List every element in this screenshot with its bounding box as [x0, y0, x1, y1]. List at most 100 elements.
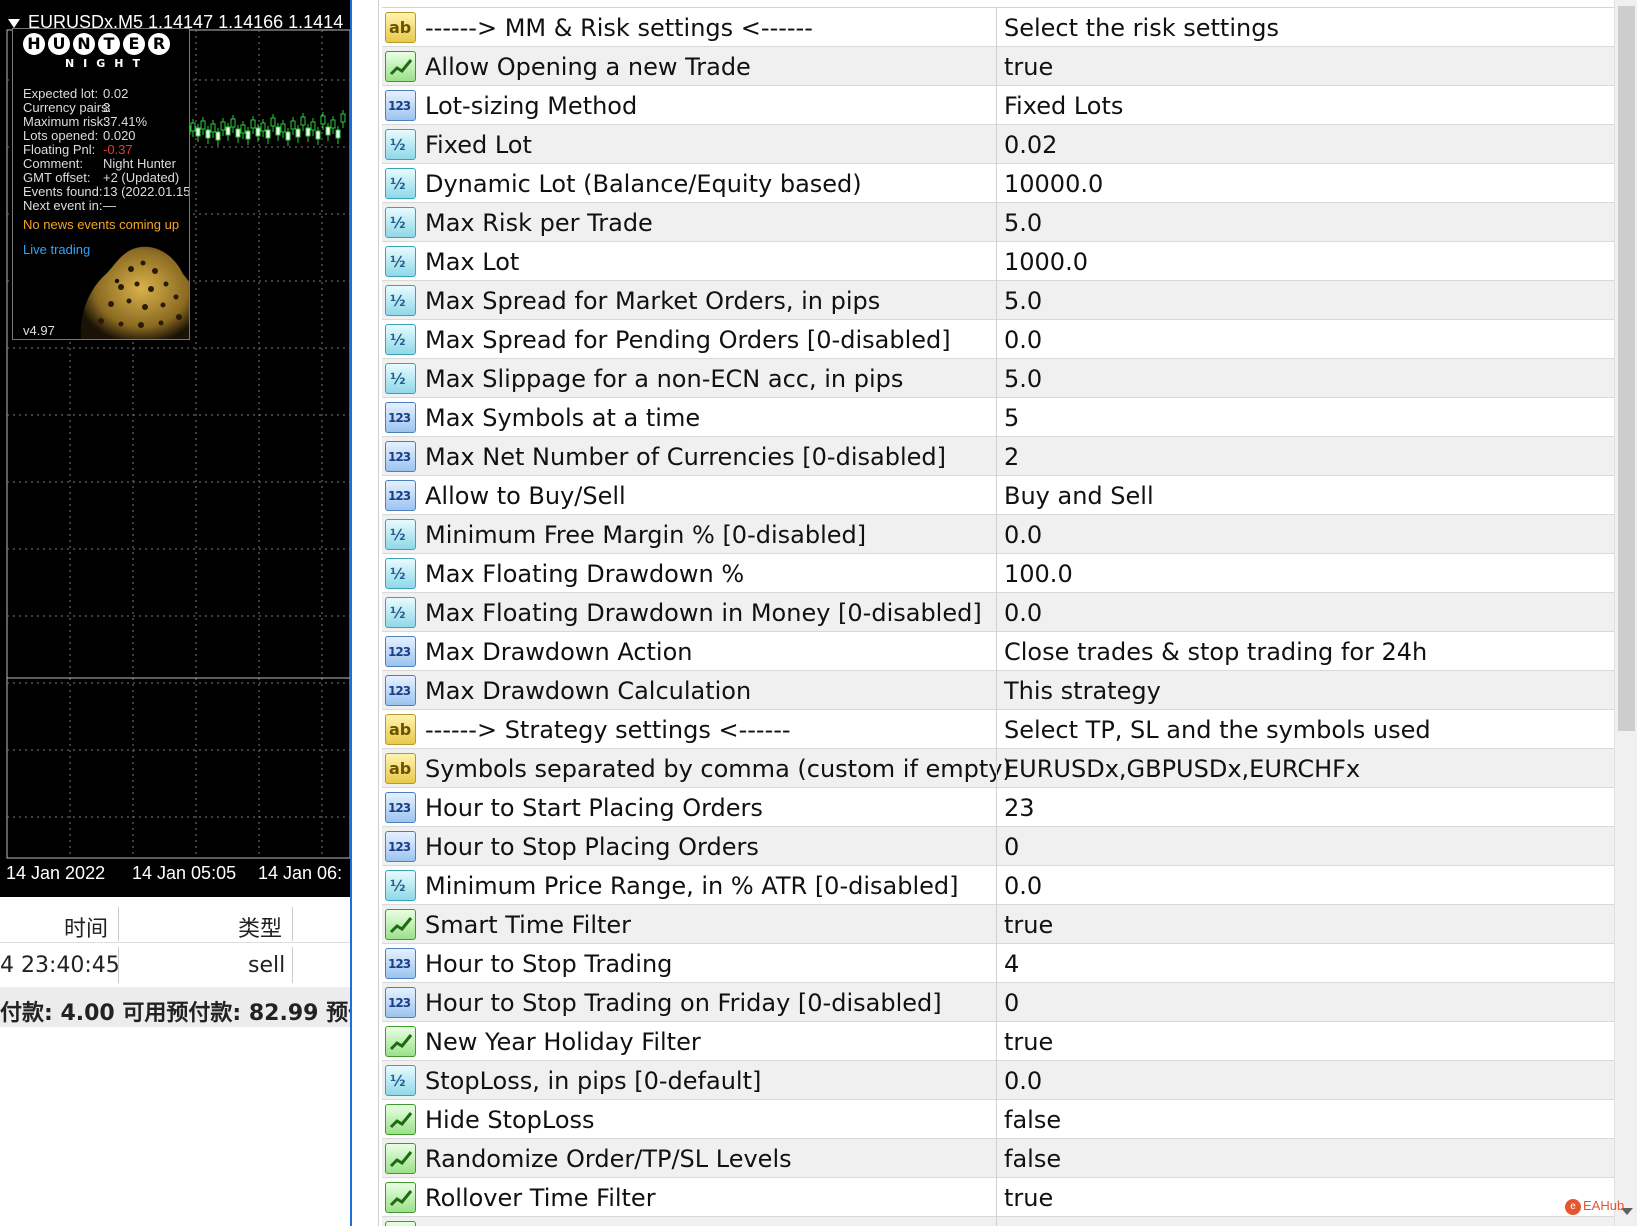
property-row[interactable]: [382, 1217, 1614, 1226]
integer-type-icon: 123: [385, 831, 416, 862]
ea-info-value: 0.020: [103, 128, 136, 143]
property-row[interactable]: ½ Max Lot 1000.0: [382, 242, 1614, 281]
property-value[interactable]: 5.0: [1004, 288, 1042, 314]
ea-info-value: 37.41%: [103, 114, 148, 129]
property-value[interactable]: Select the risk settings: [1004, 15, 1279, 41]
double-type-icon: ½: [385, 324, 416, 355]
property-name: New Year Holiday Filter: [425, 1028, 701, 1056]
property-name: Lot-sizing Method: [425, 92, 638, 120]
property-value[interactable]: 5.0: [1004, 210, 1042, 236]
property-value[interactable]: 0.02: [1004, 132, 1057, 158]
property-value[interactable]: 1000.0: [1004, 249, 1088, 275]
property-row[interactable]: Rollover Time Filter true: [382, 1178, 1614, 1217]
property-value[interactable]: 23: [1004, 795, 1035, 821]
property-row[interactable]: New Year Holiday Filter true: [382, 1022, 1614, 1061]
property-value[interactable]: 10000.0: [1004, 171, 1103, 197]
double-type-icon: ½: [385, 558, 416, 589]
property-name: Hour to Stop Trading on Friday [0-disabl…: [425, 989, 942, 1017]
property-row[interactable]: Hide StopLoss false: [382, 1100, 1614, 1139]
property-row[interactable]: Randomize Order/TP/SL Levels false: [382, 1139, 1614, 1178]
property-value[interactable]: 0.0: [1004, 327, 1042, 353]
ea-info-value: 13 (2022.01.15): [103, 184, 190, 199]
boolean-type-icon: [385, 1143, 416, 1174]
property-row[interactable]: ab ------> MM & Risk settings <------ Sele…: [382, 8, 1614, 47]
property-value[interactable]: 2: [1004, 444, 1019, 470]
property-row[interactable]: ½ Max Spread for Pending Orders [0-disabl…: [382, 320, 1614, 359]
property-value[interactable]: 0: [1004, 834, 1019, 860]
time-axis-label: 14 Jan 2022: [6, 863, 106, 883]
property-name: Minimum Price Range, in % ATR [0-disable…: [425, 872, 959, 900]
property-value[interactable]: true: [1004, 1029, 1053, 1055]
property-row[interactable]: Allow Opening a new Trade true: [382, 47, 1614, 86]
property-value[interactable]: This strategy: [1004, 678, 1161, 704]
property-row[interactable]: ½ Max Floating Drawdown in Money [0-disab…: [382, 593, 1614, 632]
boolean-type-icon: [385, 909, 416, 940]
property-rows: ab ------> MM & Risk settings <------ Sele…: [382, 8, 1614, 1226]
property-row[interactable]: ½ Minimum Free Margin % [0-disabled] 0.0: [382, 515, 1614, 554]
property-value[interactable]: 0.0: [1004, 1068, 1042, 1094]
property-value[interactable]: 0.0: [1004, 522, 1042, 548]
chart-window[interactable]: EURUSDx,M5 1.14147 1.14166 1.1414 H U N …: [0, 0, 350, 897]
ea-info-key: GMT offset:: [23, 170, 91, 185]
property-row[interactable]: 123 Hour to Stop Trading 4: [382, 944, 1614, 983]
property-value[interactable]: Select TP, SL and the symbols used: [1004, 717, 1431, 743]
property-row[interactable]: 123 Lot-sizing Method Fixed Lots: [382, 86, 1614, 125]
property-value[interactable]: Fixed Lots: [1004, 93, 1123, 119]
property-row[interactable]: 123 Max Drawdown Action Close trades & sto…: [382, 632, 1614, 671]
property-name: Allow to Buy/Sell: [425, 482, 626, 510]
property-name: Allow Opening a new Trade: [425, 53, 751, 81]
property-value[interactable]: true: [1004, 54, 1053, 80]
property-value[interactable]: 0: [1004, 990, 1019, 1016]
collapse-triangle-icon[interactable]: [8, 18, 20, 28]
property-row[interactable]: ½ Max Slippage for a non-ECN acc, in pips…: [382, 359, 1614, 398]
property-name: Max Risk per Trade: [425, 209, 653, 237]
property-name: ------> MM & Risk settings <------: [425, 14, 813, 42]
property-value[interactable]: true: [1004, 1185, 1053, 1211]
column-header-time[interactable]: 时间: [64, 911, 108, 943]
property-row[interactable]: ½ Minimum Price Range, in % ATR [0-disabl…: [382, 866, 1614, 905]
live-trading-status: Live trading: [23, 242, 91, 257]
property-row[interactable]: ab Symbols separated by comma (custom if …: [382, 749, 1614, 788]
property-row[interactable]: ½ Max Floating Drawdown % 100.0: [382, 554, 1614, 593]
table-row[interactable]: 4 23:40:45 sell: [0, 945, 350, 985]
property-value[interactable]: 5.0: [1004, 366, 1042, 392]
column-header-type[interactable]: 类型: [238, 911, 282, 943]
property-row[interactable]: Smart Time Filter true: [382, 905, 1614, 944]
ea-info-value: Night Hunter: [103, 156, 176, 171]
property-row[interactable]: 123 Max Symbols at a time 5: [382, 398, 1614, 437]
property-value[interactable]: false: [1004, 1146, 1061, 1172]
property-row[interactable]: ½ Fixed Lot 0.02: [382, 125, 1614, 164]
scrollbar-thumb[interactable]: [1618, 6, 1635, 731]
property-name: Max Drawdown Action: [425, 638, 693, 666]
property-name: Max Drawdown Calculation: [425, 677, 752, 705]
cell-time: 4 23:40:45: [0, 953, 120, 978]
property-row[interactable]: 123 Hour to Stop Placing Orders 0: [382, 827, 1614, 866]
property-value[interactable]: 100.0: [1004, 561, 1073, 587]
property-row[interactable]: 123 Hour to Start Placing Orders 23: [382, 788, 1614, 827]
property-value[interactable]: 0.0: [1004, 600, 1042, 626]
property-row[interactable]: 123 Hour to Stop Trading on Friday [0-dis…: [382, 983, 1614, 1022]
property-row[interactable]: ½ Max Spread for Market Orders, in pips 5.…: [382, 281, 1614, 320]
property-value[interactable]: Buy and Sell: [1004, 483, 1154, 509]
property-row[interactable]: 123 Max Net Number of Currencies [0-disab…: [382, 437, 1614, 476]
logo-letter: R: [148, 33, 170, 55]
property-name: Max Floating Drawdown in Money [0-disabl…: [425, 599, 982, 627]
ea-info-key: Events found:: [23, 184, 103, 199]
property-row[interactable]: ½ Max Risk per Trade 5.0: [382, 203, 1614, 242]
property-row[interactable]: ½ StopLoss, in pips [0-default] 0.0: [382, 1061, 1614, 1100]
property-value[interactable]: false: [1004, 1107, 1061, 1133]
property-value[interactable]: 4: [1004, 951, 1019, 977]
property-value[interactable]: Close trades & stop trading for 24h: [1004, 639, 1427, 665]
property-value[interactable]: 0.0: [1004, 873, 1042, 899]
property-value[interactable]: 5: [1004, 405, 1019, 431]
property-row[interactable]: 123 Allow to Buy/Sell Buy and Sell: [382, 476, 1614, 515]
vertical-scrollbar[interactable]: [1614, 0, 1637, 1226]
property-row[interactable]: 123 Max Drawdown Calculation This strategy: [382, 671, 1614, 710]
property-row[interactable]: ½ Dynamic Lot (Balance/Equity based) 10000…: [382, 164, 1614, 203]
pane-splitter[interactable]: [350, 0, 380, 1226]
account-summary: 付款: 4.00 可用预付款: 82.99 预付: [0, 987, 350, 1027]
boolean-type-icon: [385, 1221, 416, 1226]
property-row[interactable]: ab ------> Strategy settings <------ Selec…: [382, 710, 1614, 749]
property-value[interactable]: true: [1004, 912, 1053, 938]
property-value[interactable]: EURUSDx,GBPUSDx,EURCHFx: [1004, 756, 1360, 782]
